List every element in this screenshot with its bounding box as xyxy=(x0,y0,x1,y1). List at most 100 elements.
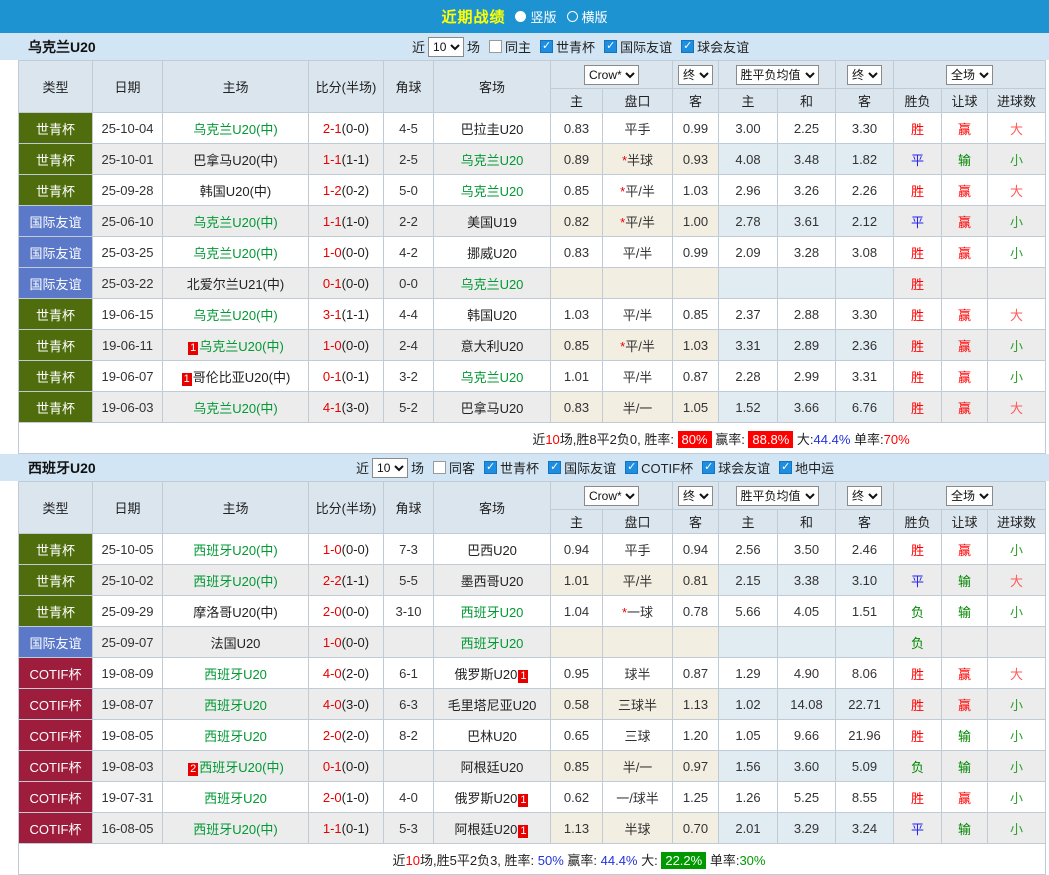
result-goals xyxy=(988,268,1046,299)
filter-checkbox-COTIF杯[interactable] xyxy=(625,461,638,474)
result-wdl: 胜 xyxy=(894,175,942,206)
away-odds: 1.25 xyxy=(673,782,719,813)
result-handicap: 输 xyxy=(942,813,988,844)
away-team-name: 墨西哥U20 xyxy=(461,574,524,589)
full-time-score: 1-1 xyxy=(323,152,342,167)
handicap-line: 平手 xyxy=(603,113,673,144)
odds-time-select[interactable]: 终 xyxy=(678,486,713,506)
away-team-name: 俄罗斯U20 xyxy=(455,667,518,682)
home-team: 乌克兰U20(中) xyxy=(163,206,309,237)
odds-time-select[interactable]: 终 xyxy=(678,65,713,85)
filter-checkbox-国际友谊[interactable] xyxy=(548,461,561,474)
result-handicap: 赢 xyxy=(942,782,988,813)
away-odds: 1.03 xyxy=(673,175,719,206)
home-team-name: 西班牙U20 xyxy=(204,791,267,806)
away-odds: 0.87 xyxy=(673,361,719,392)
away-team-name: 乌克兰U20 xyxy=(461,277,524,292)
avg-time-select[interactable]: 终 xyxy=(847,65,882,85)
filter-checkbox-label[interactable]: 球会友谊 xyxy=(718,458,770,477)
away-odds: 0.99 xyxy=(673,237,719,268)
col-odds-away: 客 xyxy=(673,510,719,534)
avg-home-odds: 4.08 xyxy=(719,144,778,175)
filter-checkbox-label[interactable]: 世青杯 xyxy=(500,458,539,477)
avg-away-odds: 3.10 xyxy=(836,565,894,596)
avg-draw-odds: 3.48 xyxy=(778,144,836,175)
away-team-name: 俄罗斯U20 xyxy=(455,791,518,806)
match-row: COTIF杯16-08-05西班牙U20(中)1-1(0-1)5-3阿根廷U20… xyxy=(19,813,1046,844)
filter-checkbox-label[interactable]: 国际友谊 xyxy=(564,458,616,477)
result-goals: 大 xyxy=(988,658,1046,689)
away-team: 韩国U20 xyxy=(434,299,551,330)
handicap-line: *平/半 xyxy=(603,175,673,206)
filter-checkbox-同主[interactable] xyxy=(489,40,502,53)
result-handicap: 赢 xyxy=(942,299,988,330)
odds-company-select[interactable]: Crow* xyxy=(584,486,639,506)
filter-checkbox-国际友谊[interactable] xyxy=(604,40,617,53)
handicap-text: 半/一 xyxy=(623,760,653,775)
match-type-badge: 世青杯 xyxy=(19,330,93,361)
layout-vertical-radio[interactable] xyxy=(515,11,526,22)
away-team-name: 毛里塔尼亚U20 xyxy=(448,698,537,713)
avg-odds-select[interactable]: 胜平负均值 xyxy=(736,486,819,506)
match-row: 世青杯25-10-02西班牙U20(中)2-2(1-1)5-5墨西哥U201.0… xyxy=(19,565,1046,596)
col-goals: 进球数 xyxy=(988,89,1046,113)
corner-score: 5-5 xyxy=(384,565,434,596)
away-odds: 1.13 xyxy=(673,689,719,720)
avg-home-odds xyxy=(719,627,778,658)
handicap-line: *一球 xyxy=(603,596,673,627)
scope-select[interactable]: 全场 xyxy=(946,486,993,506)
avg-draw-odds: 3.61 xyxy=(778,206,836,237)
scope-select[interactable]: 全场 xyxy=(946,65,993,85)
away-odds xyxy=(673,627,719,658)
result-handicap: 赢 xyxy=(942,392,988,423)
filter-checkbox-label[interactable]: 世青杯 xyxy=(556,37,595,56)
filter-checkbox-地中运[interactable] xyxy=(779,461,792,474)
odds-company-select[interactable]: Crow* xyxy=(584,65,639,85)
away-odds: 0.70 xyxy=(673,813,719,844)
home-team: 乌克兰U20(中) xyxy=(163,392,309,423)
home-odds xyxy=(551,268,603,299)
home-team-name: 西班牙U20(中) xyxy=(199,760,284,775)
home-odds: 1.03 xyxy=(551,299,603,330)
result-goals: 小 xyxy=(988,330,1046,361)
full-time-score: 1-0 xyxy=(323,635,342,650)
away-odds: 0.99 xyxy=(673,113,719,144)
avg-odds-select[interactable]: 胜平负均值 xyxy=(736,65,819,85)
avg-home-odds: 2.78 xyxy=(719,206,778,237)
filter-checkbox-label[interactable]: 球会友谊 xyxy=(697,37,749,56)
result-handicap xyxy=(942,268,988,299)
col-avg-draw: 和 xyxy=(778,510,836,534)
filter-checkbox-label[interactable]: 同客 xyxy=(449,458,475,477)
recent-count-select[interactable]: 10 xyxy=(372,458,408,478)
home-odds: 0.85 xyxy=(551,330,603,361)
filter-checkbox-label[interactable]: 同主 xyxy=(505,37,531,56)
filter-checkbox-球会友谊[interactable] xyxy=(702,461,715,474)
avg-time-select[interactable]: 终 xyxy=(847,486,882,506)
filter-checkbox-同客[interactable] xyxy=(433,461,446,474)
filter-checkbox-label[interactable]: COTIF杯 xyxy=(641,458,693,477)
home-team-name: 乌克兰U20(中) xyxy=(199,339,284,354)
full-time-score: 4-0 xyxy=(323,697,342,712)
filter-checkbox-世青杯[interactable] xyxy=(484,461,497,474)
home-team-name: 哥伦比亚U20(中) xyxy=(193,370,291,385)
home-team-name: 西班牙U20 xyxy=(204,667,267,682)
col-date: 日期 xyxy=(93,61,163,113)
half-time-score: (1-0) xyxy=(342,214,369,229)
filter-checkbox-世青杯[interactable] xyxy=(540,40,553,53)
match-date: 16-08-05 xyxy=(93,813,163,844)
match-date: 19-07-31 xyxy=(93,782,163,813)
result-wdl: 胜 xyxy=(894,299,942,330)
rank-badge: 2 xyxy=(188,763,198,776)
filter-checkbox-label[interactable]: 国际友谊 xyxy=(620,37,672,56)
match-score: 1-0(0-0) xyxy=(309,330,384,361)
layout-horizontal-label[interactable]: 横版 xyxy=(582,7,608,26)
col-home: 主场 xyxy=(163,482,309,534)
layout-vertical-label[interactable]: 竖版 xyxy=(530,7,556,26)
result-goals: 小 xyxy=(988,782,1046,813)
recent-count-select[interactable]: 10 xyxy=(428,37,464,57)
filter-checkbox-球会友谊[interactable] xyxy=(681,40,694,53)
layout-horizontal-radio[interactable] xyxy=(567,11,578,22)
filter-checkbox-label[interactable]: 地中运 xyxy=(795,458,834,477)
match-score: 2-0(0-0) xyxy=(309,596,384,627)
full-time-score: 1-1 xyxy=(323,821,342,836)
